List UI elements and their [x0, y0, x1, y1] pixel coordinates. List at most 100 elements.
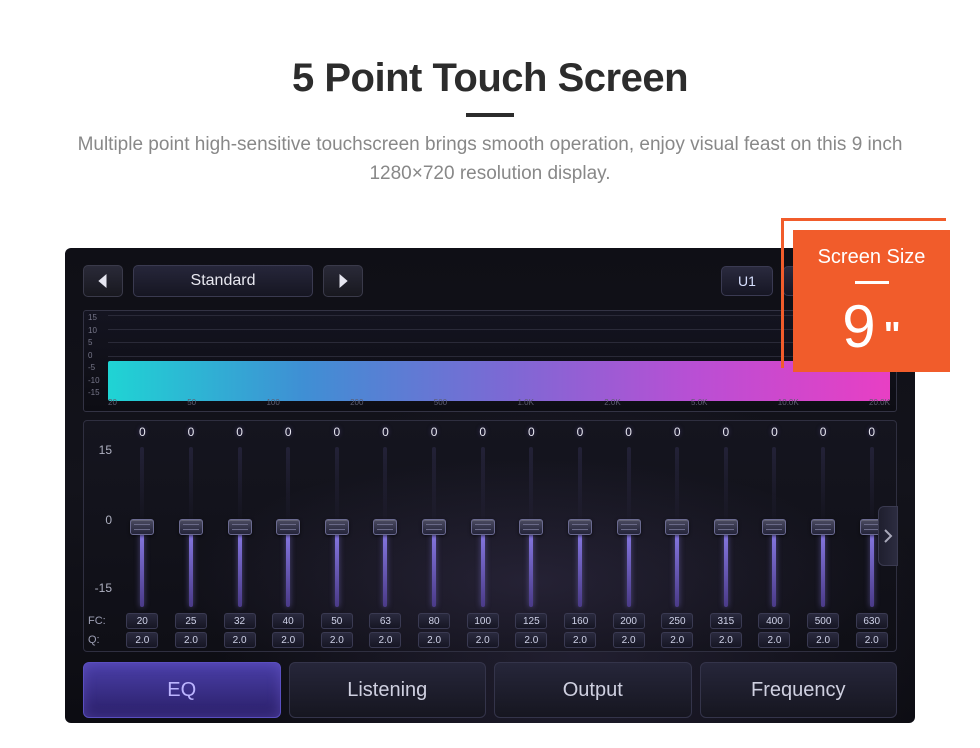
band-q[interactable]: 2.0	[564, 632, 596, 648]
band-fc[interactable]: 50	[321, 613, 353, 629]
eq-band: 0 63 2.0	[361, 425, 410, 651]
band-value: 0	[577, 425, 584, 443]
eq-band: 0 500 2.0	[799, 425, 848, 651]
band-slider[interactable]	[335, 447, 339, 607]
band-value: 0	[820, 425, 827, 443]
band-value: 0	[868, 425, 875, 443]
slider-thumb[interactable]	[811, 519, 835, 535]
band-q[interactable]: 2.0	[224, 632, 256, 648]
graph-y-axis: 15 10 5 0 -5 -10 -15	[88, 313, 106, 397]
eq-band: 0802.0	[410, 425, 459, 651]
q-label: Q:	[88, 634, 100, 646]
band-q[interactable]: 2.0	[710, 632, 742, 648]
chevron-left-icon	[97, 274, 109, 288]
band-q[interactable]: 2.0	[807, 632, 839, 648]
band-value: 0	[188, 425, 195, 443]
user-preset-u1[interactable]: U1	[721, 266, 773, 296]
band-slider[interactable]	[724, 447, 728, 607]
band-slider[interactable]	[529, 447, 533, 607]
band-fc[interactable]: 25	[175, 613, 207, 629]
band-slider[interactable]	[675, 447, 679, 607]
page-title: 5 Point Touch Screen	[0, 56, 980, 101]
band-slider[interactable]	[627, 447, 631, 607]
preset-prev-button[interactable]	[83, 265, 123, 297]
badge-unit: "	[884, 314, 901, 356]
slider-thumb[interactable]	[519, 519, 543, 535]
band-value: 0	[382, 425, 389, 443]
slider-thumb[interactable]	[130, 519, 154, 535]
band-slider[interactable]	[432, 447, 436, 607]
slider-thumb[interactable]	[568, 519, 592, 535]
band-value: 0	[333, 425, 340, 443]
preset-next-button[interactable]	[323, 265, 363, 297]
band-fc[interactable]: 400	[758, 613, 790, 629]
page-header: 5 Point Touch Screen Multiple point high…	[0, 0, 980, 188]
band-fc[interactable]: 32	[224, 613, 256, 629]
band-slider[interactable]	[140, 447, 144, 607]
slider-thumb[interactable]	[228, 519, 252, 535]
eq-band: 0322.0	[215, 425, 264, 651]
slider-thumb[interactable]	[179, 519, 203, 535]
eq-band: 0 400 2.0	[750, 425, 799, 651]
badge-value: 9	[842, 292, 875, 361]
band-q[interactable]: 2.0	[126, 632, 158, 648]
slider-thumb[interactable]	[325, 519, 349, 535]
slider-thumb[interactable]	[714, 519, 738, 535]
band-q[interactable]: 2.0	[369, 632, 401, 648]
band-slider[interactable]	[772, 447, 776, 607]
band-slider[interactable]	[238, 447, 242, 607]
band-fc[interactable]: 250	[661, 613, 693, 629]
band-q[interactable]: 2.0	[515, 632, 547, 648]
band-q[interactable]: 2.0	[856, 632, 888, 648]
chevron-right-icon	[337, 274, 349, 288]
band-fc[interactable]: 630	[856, 613, 888, 629]
page-subtitle: Multiple point high-sensitive touchscree…	[70, 131, 910, 188]
band-q[interactable]: 2.0	[272, 632, 304, 648]
band-slider[interactable]	[821, 447, 825, 607]
band-q[interactable]: 2.0	[613, 632, 645, 648]
eq-band: 0 100 2.0	[458, 425, 507, 651]
band-fc[interactable]: 200	[613, 613, 645, 629]
band-fc[interactable]: 500	[807, 613, 839, 629]
slider-thumb[interactable]	[665, 519, 689, 535]
slider-thumb[interactable]	[762, 519, 786, 535]
band-fc[interactable]: 315	[710, 613, 742, 629]
slider-thumb[interactable]	[422, 519, 446, 535]
band-q[interactable]: 2.0	[661, 632, 693, 648]
band-fc[interactable]: 160	[564, 613, 596, 629]
band-fc[interactable]: 100	[467, 613, 499, 629]
band-q[interactable]: 2.0	[418, 632, 450, 648]
band-slider[interactable]	[383, 447, 387, 607]
band-q[interactable]: 2.0	[175, 632, 207, 648]
slider-thumb[interactable]	[617, 519, 641, 535]
tab-listening[interactable]: Listening	[289, 662, 487, 718]
band-value: 0	[139, 425, 146, 443]
band-q[interactable]: 2.0	[758, 632, 790, 648]
tab-output[interactable]: Output	[494, 662, 692, 718]
eq-band: 03152.0	[702, 425, 751, 651]
band-slider[interactable]	[286, 447, 290, 607]
band-fc[interactable]: 63	[369, 613, 401, 629]
band-fc[interactable]: 125	[515, 613, 547, 629]
slider-thumb[interactable]	[471, 519, 495, 535]
band-fc[interactable]: 20	[126, 613, 158, 629]
band-fc[interactable]: 40	[272, 613, 304, 629]
band-q[interactable]: 2.0	[321, 632, 353, 648]
eq-band: 0 50 2.0	[313, 425, 362, 651]
tab-eq[interactable]: EQ	[83, 662, 281, 718]
eq-band: 0 20 2.0	[118, 425, 167, 651]
band-value: 0	[479, 425, 486, 443]
tab-frequency[interactable]: Frequency	[700, 662, 898, 718]
slider-thumb[interactable]	[373, 519, 397, 535]
band-q[interactable]: 2.0	[467, 632, 499, 648]
band-fc[interactable]: 80	[418, 613, 450, 629]
band-slider[interactable]	[870, 447, 874, 607]
band-slider[interactable]	[189, 447, 193, 607]
band-slider[interactable]	[578, 447, 582, 607]
expand-handle[interactable]	[878, 506, 898, 566]
preset-name[interactable]: Standard	[133, 265, 313, 297]
band-slider[interactable]	[481, 447, 485, 607]
band-value: 0	[771, 425, 778, 443]
graph-x-axis: 20 50 100 200 500 1.0K 2.0K 5.0K 10.0K 2…	[108, 398, 890, 410]
slider-thumb[interactable]	[276, 519, 300, 535]
